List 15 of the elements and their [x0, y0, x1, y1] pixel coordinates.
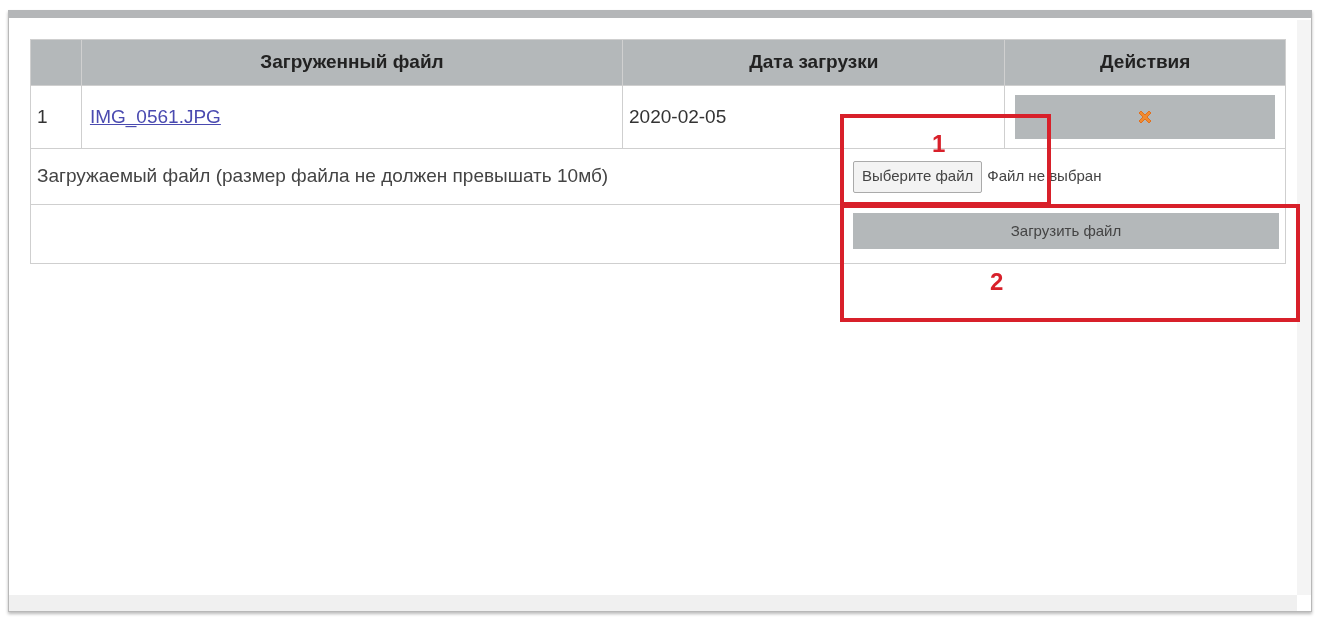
- column-header: Дата загрузки: [749, 50, 879, 75]
- choose-file-button[interactable]: Выберите файл: [853, 160, 983, 193]
- annotation-number: 1: [932, 132, 946, 156]
- horizontal-scrollbar[interactable]: [9, 595, 1297, 611]
- file-link[interactable]: IMG_0561.JPG: [89, 102, 221, 132]
- upload-button[interactable]: Загрузить файл: [853, 213, 1279, 249]
- vertical-scrollbar[interactable]: [1297, 20, 1311, 595]
- column-header: Действия: [1100, 50, 1191, 75]
- column-header: Загруженный файл: [260, 50, 444, 75]
- delete-button[interactable]: [1015, 95, 1275, 139]
- annotation-number: 2: [990, 270, 1004, 294]
- upload-label: Загружаемый файл (размер файла не должен превышать 10мб): [37, 164, 609, 189]
- no-file-text: Файл не выбран: [987, 166, 1102, 187]
- row-number: 1: [37, 104, 48, 129]
- table-cell-text: 2020-02-05: [629, 104, 727, 129]
